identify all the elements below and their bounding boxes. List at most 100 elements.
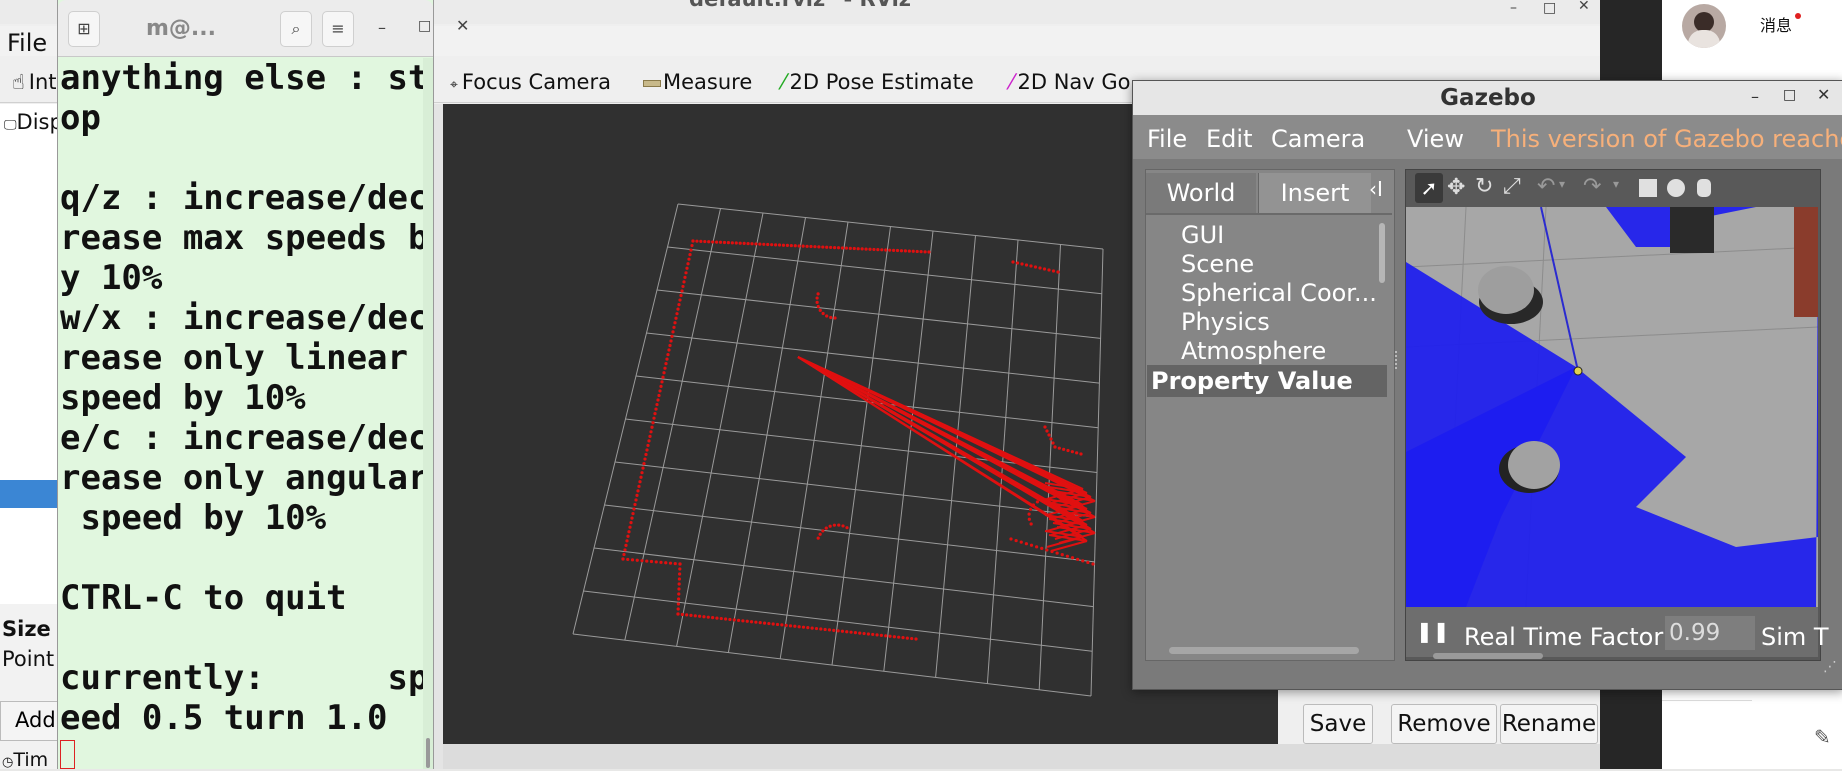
translate-mode-icon[interactable]: ✥ [1447,175,1465,200]
tree-item[interactable]: Scene [1181,250,1254,278]
close-icon[interactable]: ✕ [1817,85,1830,104]
hamburger-menu-icon[interactable]: ≡ [322,11,354,47]
new-tab-icon[interactable]: ⊞ [68,11,100,47]
gz-menu-file[interactable]: File [1147,125,1187,153]
scan-point [724,617,728,621]
terminal-line: q/z : increase/dec [60,178,429,218]
scan-point [690,243,694,248]
pause-icon[interactable]: ❚❚ [1416,619,1450,643]
scan-point [732,618,736,622]
scan-point [836,246,841,250]
scan-point [742,241,746,245]
pose-estimate-tool[interactable]: ⁄ 2D Pose Estimate [782,70,974,94]
sphere-shape-icon[interactable] [1667,179,1685,197]
grid-line [883,230,934,672]
scan-point [793,244,797,248]
remove-button[interactable]: Remove [1391,704,1497,744]
scan-point [663,366,667,370]
scroll-thumb[interactable] [426,738,430,768]
rename-button[interactable]: Rename [1500,704,1598,744]
gz-menu-view[interactable]: View [1407,125,1464,153]
property-hscrollbar[interactable] [1169,647,1359,654]
avatar-body [1688,30,1720,48]
gazebo-3d-scene[interactable] [1406,207,1818,607]
redo-icon[interactable]: ↷ [1583,174,1601,199]
scan-point [806,626,810,630]
scan-point [1060,553,1064,557]
scan-point [793,624,797,628]
scan-point [1014,538,1018,543]
maximize-icon[interactable]: □ [1783,87,1796,103]
scan-point [750,242,754,246]
measure-tool[interactable]: Measure [643,70,752,94]
box-shape-icon[interactable] [1639,179,1657,197]
scan-point [1047,433,1051,437]
scan-point [711,240,715,244]
scan-point [858,631,862,635]
tree-item[interactable]: GUI [1181,221,1224,249]
scan-point [629,521,633,525]
redo-dropdown-icon[interactable]: ▾ [1613,177,1619,191]
edit-icon[interactable]: ✎ [1814,725,1831,749]
scan-point [649,559,654,564]
terminal-scrollbar[interactable] [423,58,433,769]
grid-line [583,590,1093,652]
undo-icon[interactable]: ↶ [1537,174,1555,199]
avatar[interactable] [1682,4,1726,48]
sim-hscrollbar[interactable] [1433,653,1543,659]
tree-item[interactable]: Physics [1181,308,1270,336]
splitter-handle[interactable] [433,104,443,769]
close-icon[interactable]: ✕ [1578,0,1590,14]
scan-point [653,412,657,416]
tree-scrollbar[interactable] [1379,223,1385,283]
minimize-icon[interactable]: – [1510,0,1517,16]
messages-label[interactable]: 消息 [1760,12,1792,36]
scan-point [872,247,876,252]
scan-point [681,284,685,289]
gazebo-window[interactable]: Gazebo – □ ✕ File Edit Camera View This … [1132,80,1842,690]
scan-point [668,561,673,565]
save-button[interactable]: Save [1303,704,1373,744]
scan-point [1020,262,1024,266]
scan-point [856,247,860,251]
tab-insert[interactable]: Insert [1258,173,1371,213]
undo-dropdown-icon[interactable]: ▾ [1559,177,1565,191]
time-panel-label: ◷Tim [2,749,48,771]
tree-item[interactable]: Spherical Coor... [1181,279,1377,307]
resize-grip-icon[interactable]: ⋰ [1823,659,1837,675]
scan-point [866,632,870,636]
maximize-icon[interactable]: □ [1543,0,1556,16]
nav-goal-tool[interactable]: ⁄ 2D Nav Go [1010,70,1131,94]
gz-menu-camera[interactable]: Camera [1271,125,1365,153]
avatar-head [1694,12,1714,32]
tree-item[interactable]: Atmosphere [1181,337,1326,365]
search-icon[interactable]: ⌕ [280,11,312,47]
panel-splitter[interactable] [1395,351,1401,369]
scan-point [647,439,651,443]
scale-mode-icon[interactable]: ⤢ [1503,174,1521,199]
minimize-icon[interactable]: – [378,18,386,37]
tab-world[interactable]: World [1146,173,1256,213]
grid-line [593,547,1094,608]
minimize-icon[interactable]: – [1751,87,1759,106]
maximize-icon[interactable]: □ [418,18,431,34]
scan-point [905,636,909,640]
scan-point [880,248,884,252]
interact-tool[interactable]: ☝ Int [12,70,57,94]
scan-point [1066,448,1070,453]
gz-menu-edit[interactable]: Edit [1206,125,1252,153]
scan-point [1009,537,1013,541]
close-icon[interactable]: ✕ [456,16,469,35]
scan-point [624,543,628,547]
select-mode-icon[interactable]: ➚ [1415,173,1443,203]
scan-point [815,300,819,304]
cylinder-shape-icon[interactable] [1697,179,1711,197]
tab-scroll-right-icon[interactable]: ‹I [1369,177,1383,201]
focus-camera-tool[interactable]: ⌖ Focus Camera [450,70,611,94]
menu-file[interactable]: File [7,29,47,57]
rotate-mode-icon[interactable]: ↻ [1475,174,1493,199]
scan-point [819,627,823,631]
terminal-window[interactable]: ⊞ m@... ⌕ ≡ – □ ✕ anything else : st op q/… [57,0,469,769]
scan-point [852,246,856,251]
